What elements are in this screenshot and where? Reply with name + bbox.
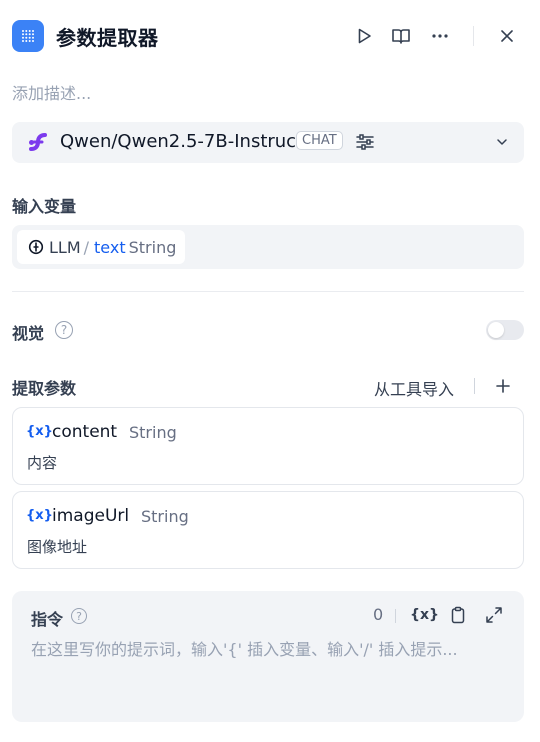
close-icon bbox=[501, 30, 513, 42]
param-card[interactable]: {x} imageUrl String 图像地址 bbox=[12, 491, 524, 569]
plus-icon bbox=[496, 379, 510, 393]
toolbar-divider bbox=[474, 378, 475, 394]
import-from-tool-button[interactable]: 从工具导入 bbox=[374, 376, 454, 400]
param-name: imageUrl bbox=[52, 506, 130, 526]
model-logo-icon bbox=[29, 133, 47, 151]
instruction-char-count: 0 bbox=[373, 605, 384, 624]
input-variable-field[interactable]: LLM / text String bbox=[12, 225, 524, 269]
instruction-label: 指令 bbox=[31, 610, 64, 629]
copy-button[interactable] bbox=[448, 605, 468, 625]
model-mode-badge: CHAT bbox=[296, 131, 343, 150]
expand-button[interactable] bbox=[484, 605, 504, 625]
extract-params-label: 提取参数 bbox=[12, 379, 77, 398]
variable-name: text bbox=[94, 237, 126, 257]
insert-variable-button[interactable]: {x} bbox=[410, 607, 439, 623]
param-type: String bbox=[129, 423, 177, 442]
chevron-down-icon bbox=[497, 139, 507, 145]
variable-type: String bbox=[128, 237, 177, 257]
more-icon bbox=[432, 34, 448, 38]
variable-icon: {x} bbox=[26, 424, 53, 439]
clipboard-icon bbox=[451, 606, 465, 624]
expand-icon bbox=[486, 607, 502, 623]
param-name: content bbox=[52, 422, 118, 442]
help-icon[interactable]: ? bbox=[55, 321, 73, 339]
variable-node-name: LLM bbox=[49, 237, 81, 257]
description-input[interactable]: 添加描述... bbox=[12, 80, 91, 104]
section-divider bbox=[12, 291, 524, 292]
instruction-editor[interactable]: 指令 ? 0 {x} 在这里写你的提示词，输入'{' 插入变量、输入'/' 插入… bbox=[12, 591, 524, 722]
model-settings-icon[interactable] bbox=[355, 132, 375, 152]
input-variables-label: 输入变量 bbox=[12, 197, 77, 216]
more-button[interactable] bbox=[428, 24, 452, 48]
docs-button[interactable] bbox=[389, 24, 413, 48]
book-icon bbox=[392, 29, 410, 44]
param-type: String bbox=[141, 507, 189, 526]
variable-separator: / bbox=[83, 237, 90, 257]
instruction-toolbar-divider bbox=[395, 609, 396, 623]
play-icon bbox=[358, 28, 371, 44]
param-description: 图像地址 bbox=[27, 538, 88, 556]
param-description: 内容 bbox=[27, 454, 58, 472]
variable-icon: {x} bbox=[26, 508, 53, 523]
run-button[interactable] bbox=[352, 24, 376, 48]
vision-label: 视觉 bbox=[12, 324, 45, 343]
toggle-knob bbox=[488, 322, 504, 338]
node-icon bbox=[12, 20, 44, 52]
add-param-button[interactable] bbox=[493, 376, 513, 396]
model-name: Qwen/Qwen2.5-7B-Instruct bbox=[60, 131, 304, 152]
panel-header: 参数提取器 bbox=[0, 0, 540, 74]
header-divider bbox=[473, 26, 474, 46]
model-selector[interactable]: Qwen/Qwen2.5-7B-Instruct CHAT bbox=[12, 122, 524, 163]
close-button[interactable] bbox=[495, 24, 519, 48]
llm-node-icon bbox=[28, 239, 44, 255]
instruction-input[interactable]: 在这里写你的提示词，输入'{' 插入变量、输入'/' 插入提示... bbox=[31, 636, 501, 660]
param-card[interactable]: {x} content String 内容 bbox=[12, 407, 524, 485]
variable-chip[interactable]: LLM / text String bbox=[17, 230, 186, 264]
panel-title: 参数提取器 bbox=[56, 26, 159, 50]
help-icon[interactable]: ? bbox=[71, 608, 87, 624]
vision-toggle[interactable] bbox=[486, 320, 524, 340]
